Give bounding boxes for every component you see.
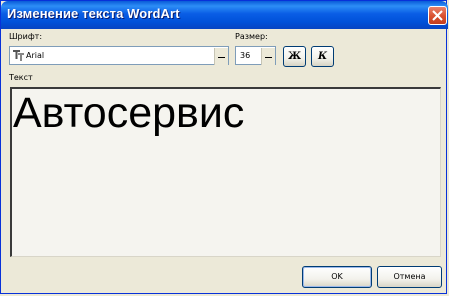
title-bar[interactable]: Изменение текста WordArt <box>1 1 448 29</box>
bold-button[interactable]: Ж <box>283 46 306 67</box>
size-label: Размер: <box>235 32 268 41</box>
size-combobox[interactable]: 36 <box>235 46 276 65</box>
ok-button[interactable]: OK <box>302 266 372 288</box>
font-value: Arial <box>26 51 45 60</box>
chevron-down-icon <box>265 57 272 58</box>
font-dropdown-button[interactable] <box>214 48 228 65</box>
size-dropdown-button[interactable] <box>261 48 275 65</box>
cancel-button[interactable]: Отмена <box>377 266 442 288</box>
close-button[interactable] <box>428 6 447 25</box>
font-combobox[interactable]: Arial <box>9 46 229 65</box>
close-icon <box>432 10 443 21</box>
chevron-down-icon <box>218 57 225 58</box>
font-label: Шрифт: <box>9 32 43 41</box>
window-title: Изменение текста WordArt <box>7 6 180 21</box>
italic-button[interactable]: К <box>311 46 334 67</box>
wordart-dialog: Изменение текста WordArt Шрифт: Размер: … <box>0 0 448 294</box>
truetype-font-icon <box>13 50 24 61</box>
text-label: Текст <box>9 73 33 82</box>
wordart-text: Автосервис <box>13 89 245 137</box>
wordart-text-area[interactable]: Автосервис <box>10 87 441 257</box>
size-value: 36 <box>240 51 251 60</box>
